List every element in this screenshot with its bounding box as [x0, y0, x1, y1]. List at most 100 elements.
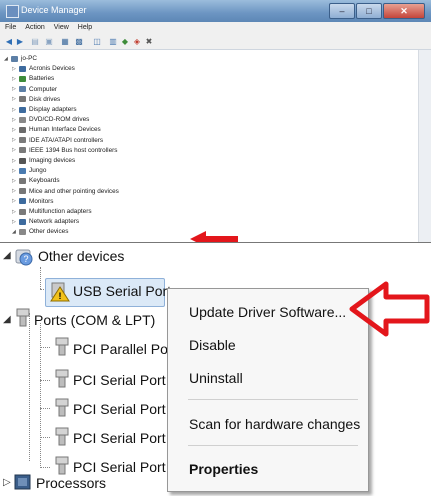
properties-icon[interactable]: ▦ — [60, 37, 70, 47]
expander-arrow-icon[interactable]: ▷ — [12, 219, 17, 225]
device-category-item[interactable]: ▷ Batteries — [12, 74, 54, 83]
device-category-item[interactable]: ▷ Human Interface Devices — [12, 125, 101, 134]
device-category-item[interactable]: ▷ Mice and other pointing devices — [12, 187, 119, 196]
device-category-item[interactable]: ▷ Multifunction adapters — [12, 207, 92, 216]
processor-icon — [14, 474, 31, 490]
close-button[interactable]: ✕ — [383, 3, 425, 19]
menu-file[interactable]: File — [0, 22, 20, 35]
expander-arrow-icon[interactable]: ◢ — [12, 229, 17, 235]
device-category-label: Display adapters — [29, 106, 77, 113]
device-icon — [19, 167, 26, 174]
expander-arrow-icon[interactable]: ▷ — [12, 127, 17, 133]
ports-label[interactable]: Ports (COM & LPT) — [34, 307, 155, 333]
back-icon[interactable]: ◀ — [4, 37, 14, 47]
menu-view[interactable]: View — [49, 22, 73, 35]
processors-label[interactable]: Processors — [36, 470, 106, 496]
expander-arrow-icon[interactable]: ▷ — [12, 209, 17, 215]
other-devices-label[interactable]: Other devices — [38, 243, 124, 269]
maximize-button[interactable]: □ — [356, 3, 382, 19]
device-category-item[interactable]: ▷ Imaging devices — [12, 156, 75, 165]
disable-icon[interactable]: ◈ — [132, 37, 142, 47]
device-category-item[interactable]: ▷ Computer — [12, 85, 57, 94]
pci-serial-port-label[interactable]: PCI Serial Port — [73, 367, 166, 393]
port-connector-icon — [55, 369, 69, 388]
scan-for-hardware-changes-menu-item[interactable]: Scan for hardware changes — [169, 411, 365, 437]
device-manager-window: Device Manager – □ ✕ File Action View He… — [0, 0, 431, 243]
device-category-item[interactable]: ▷ IDE ATA/ATAPI controllers — [12, 136, 103, 145]
expander-arrow-icon[interactable]: ▷ — [12, 147, 17, 153]
expander-arrow-icon[interactable]: ▷ — [12, 76, 17, 82]
device-category-item[interactable]: ◢ Other devices — [12, 227, 68, 236]
expand-arrow-icon[interactable]: ▷ — [3, 477, 11, 488]
device-category-label: Computer — [29, 85, 58, 93]
usb-serial-port-label[interactable]: USB Serial Port — [73, 278, 171, 304]
expander-arrow-icon[interactable]: ▷ — [12, 66, 17, 72]
expander-arrow-icon[interactable]: ▷ — [12, 188, 17, 194]
device-category-label: IDE ATA/ATAPI controllers — [29, 136, 104, 144]
collapse-arrow-icon[interactable]: ◢ — [3, 250, 11, 261]
red-pointer-arrow-icon — [349, 281, 430, 337]
menu-action[interactable]: Action — [20, 22, 48, 35]
port-connector-icon — [55, 427, 69, 446]
device-category-item[interactable]: ▷ Disk drives — [12, 95, 60, 104]
device-category-label: Network adapters — [29, 218, 80, 226]
device-category-label: Imaging devices — [29, 157, 76, 164]
ide-icon — [19, 137, 26, 144]
device-category-item[interactable]: ◢ jo-PC — [4, 54, 37, 63]
device-category-label: Disk drives — [29, 95, 61, 103]
update-driver-software-menu-item[interactable]: Update Driver Software... — [169, 299, 365, 325]
computer-icon — [11, 55, 18, 62]
disable-menu-item[interactable]: Disable — [169, 332, 365, 358]
device-category-item[interactable]: ▷ Acronis Devices — [12, 64, 75, 73]
pci-serial-port-label[interactable]: PCI Serial Port — [73, 425, 166, 451]
up-icon[interactable]: ▤ — [30, 37, 40, 47]
minimize-button[interactable]: – — [329, 3, 355, 19]
collapse-arrow-icon[interactable]: ◢ — [3, 314, 11, 325]
properties-menu-item[interactable]: Properties — [169, 456, 365, 482]
red-arrow-icon — [190, 231, 238, 242]
expander-arrow-icon[interactable]: ▷ — [12, 137, 17, 143]
expander-arrow-icon[interactable]: ◢ — [4, 56, 9, 62]
expander-arrow-icon[interactable]: ▷ — [12, 178, 17, 184]
svg-text:?: ? — [23, 254, 28, 264]
vertical-scrollbar[interactable] — [418, 50, 431, 242]
enable-icon[interactable]: ◆ — [120, 37, 130, 47]
device-category-item[interactable]: ▷ DVD/CD-ROM drives — [12, 115, 89, 124]
help-icon[interactable]: ▩ — [74, 37, 84, 47]
disk-icon — [19, 96, 26, 103]
computer-icon — [19, 86, 26, 93]
pci-serial-port-label[interactable]: PCI Serial Port — [73, 396, 166, 422]
camera-icon — [19, 157, 26, 164]
expander-arrow-icon[interactable]: ▷ — [12, 96, 17, 102]
expander-arrow-icon[interactable]: ▷ — [12, 117, 17, 123]
device-category-label: Monitors — [29, 197, 54, 205]
device-manager-icon — [6, 5, 19, 18]
uninstall-icon[interactable]: ✖ — [144, 37, 154, 47]
update-driver-icon[interactable]: ▥ — [108, 37, 118, 47]
uninstall-menu-item[interactable]: Uninstall — [169, 365, 365, 391]
forward-icon[interactable]: ▶ — [15, 37, 25, 47]
device-category-item[interactable]: ▷ Keyboards — [12, 176, 60, 185]
expander-arrow-icon[interactable]: ▷ — [12, 198, 17, 204]
pci-parallel-port-label[interactable]: PCI Parallel Port — [73, 336, 176, 362]
expander-arrow-icon[interactable]: ▷ — [12, 107, 17, 113]
device-category-item[interactable]: ▷ Jungo — [12, 166, 46, 175]
show-hide-tree-icon[interactable]: ▣ — [44, 37, 54, 47]
monitor-icon — [19, 198, 26, 205]
menu-help[interactable]: Help — [73, 22, 96, 35]
device-category-item[interactable]: ▷ Network adapters — [12, 217, 79, 226]
device-category-item[interactable]: ▷ IEEE 1394 Bus host controllers — [12, 146, 117, 155]
device-category-item[interactable]: ▷ Display adapters — [12, 105, 77, 114]
device-category-label: IEEE 1394 Bus host controllers — [29, 146, 118, 154]
toolbar: ◀ ▶ ▤ ▣ ▦ ▩ ◫ ▥ ◆ ◈ ✖ — [0, 35, 431, 50]
port-connector-icon — [16, 308, 30, 327]
device-category-label: Jungo — [29, 167, 47, 175]
expander-arrow-icon[interactable]: ▷ — [12, 168, 17, 174]
title-bar[interactable]: Device Manager – □ ✕ — [0, 0, 431, 22]
device-category-label: Mice and other pointing devices — [29, 187, 119, 195]
expander-arrow-icon[interactable]: ▷ — [12, 158, 17, 164]
expander-arrow-icon[interactable]: ▷ — [12, 86, 17, 92]
device-category-item[interactable]: ▷ Monitors — [12, 197, 54, 206]
device-category-label: Multifunction adapters — [29, 208, 92, 215]
scan-hardware-icon[interactable]: ◫ — [92, 37, 102, 47]
